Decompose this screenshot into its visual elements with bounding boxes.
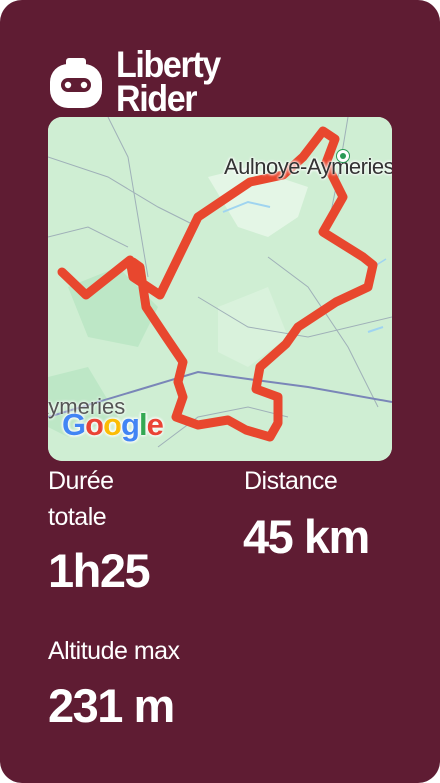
map-location-marker (337, 150, 349, 162)
google-letter-e: e (146, 407, 164, 442)
distance-label: Distance (244, 467, 338, 495)
brand-name: Liberty Rider (116, 44, 221, 119)
distance-value: 45 km (243, 510, 370, 563)
route-map[interactable]: Aulnoye-Aymeries Aymeries Google (48, 117, 392, 461)
duration-value: 1h25 (48, 544, 151, 597)
google-letter-g2: g (121, 407, 140, 442)
liberty-rider-helmet-icon (50, 58, 102, 108)
altitude-label: Altitude max (48, 637, 180, 665)
altitude-value: 231 m (48, 679, 175, 732)
map-town-label: Aulnoye-Aymeries (224, 154, 392, 179)
google-letter-o2: o (103, 407, 122, 442)
duration-label: Durée totale (48, 467, 114, 531)
ride-summary-card: Liberty Rider Aulnoye-Aymeries ymeries G… (0, 0, 440, 783)
google-letter-l: l (138, 407, 148, 442)
google-letter-o1: o (85, 407, 104, 442)
google-letter-g: G (62, 407, 86, 442)
google-logo: Google (62, 407, 164, 443)
